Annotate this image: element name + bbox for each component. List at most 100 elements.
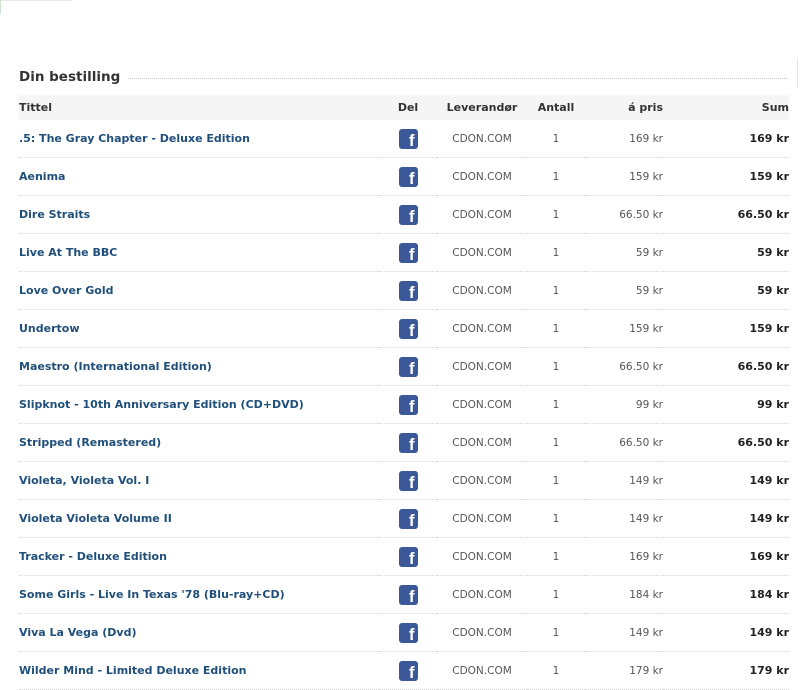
item-title-link[interactable]: Violeta, Violeta Vol. I (19, 474, 149, 487)
share-cell: f (379, 120, 437, 158)
unit-price-cell: 59 kr (585, 233, 663, 272)
supplier-cell: CDON.COM (437, 537, 527, 576)
sum-cell: 66.50 kr (663, 347, 789, 386)
item-title-cell: Dire Straits (19, 195, 379, 234)
supplier-cell: CDON.COM (437, 309, 527, 348)
table-row: Dire Straits f CDON.COM 1 66.50 kr 66.50 kr (19, 195, 789, 234)
supplier-cell: CDON.COM (437, 499, 527, 538)
unit-price-cell: 169 kr (585, 120, 663, 158)
quantity-cell: 1 (527, 271, 585, 310)
header-share: Del (379, 95, 437, 120)
table-row: Tracker - Deluxe Edition f CDON.COM 1 169 kr… (19, 537, 789, 576)
unit-price-cell: 159 kr (585, 157, 663, 196)
item-title-cell: Live At The BBC (19, 233, 379, 272)
item-title-link[interactable]: Maestro (International Edition) (19, 360, 212, 373)
supplier-cell: CDON.COM (437, 195, 527, 234)
item-title-cell: Slipknot - 10th Anniversary Edition (CD+… (19, 385, 379, 424)
quantity-cell: 1 (527, 385, 585, 424)
table-row: Maestro (International Edition) f CDON.COM… (19, 347, 789, 386)
facebook-icon[interactable]: f (398, 318, 418, 340)
supplier-cell: CDON.COM (437, 651, 527, 690)
facebook-icon[interactable]: f (398, 204, 418, 226)
quantity-cell: 1 (527, 120, 585, 158)
item-title-link[interactable]: Love Over Gold (19, 284, 114, 297)
item-title-link[interactable]: Dire Straits (19, 208, 90, 221)
sum-cell: 66.50 kr (663, 195, 789, 234)
quantity-cell: 1 (527, 309, 585, 348)
supplier-cell: CDON.COM (437, 347, 527, 386)
share-cell: f (379, 157, 437, 196)
sum-cell: 149 kr (663, 499, 789, 538)
table-row: Aenima f CDON.COM 1 159 kr 159 kr (19, 157, 789, 196)
table-row: Violeta Violeta Volume II f CDON.COM 1 149 k… (19, 499, 789, 538)
unit-price-cell: 66.50 kr (585, 423, 663, 462)
facebook-icon[interactable]: f (398, 622, 418, 644)
item-title-link[interactable]: Some Girls - Live In Texas '78 (Blu-ray+… (19, 588, 285, 601)
unit-price-cell: 184 kr (585, 575, 663, 614)
facebook-icon[interactable]: f (398, 128, 418, 150)
table-row: Violeta, Violeta Vol. If CDON.COM 1 149 kr 1… (19, 461, 789, 500)
facebook-icon[interactable]: f (398, 508, 418, 530)
supplier-cell: CDON.COM (437, 385, 527, 424)
facebook-icon[interactable]: f (398, 470, 418, 492)
table-row: Undertow f CDON.COM 1 159 kr 159 kr (19, 309, 789, 348)
facebook-icon[interactable]: f (398, 166, 418, 188)
supplier-cell: CDON.COM (437, 575, 527, 614)
item-title-link[interactable]: Wilder Mind - Limited Deluxe Edition (19, 664, 247, 677)
item-title-link[interactable]: Aenima (19, 170, 65, 183)
item-title-link[interactable]: Violeta Violeta Volume II (19, 512, 172, 525)
share-cell: f (379, 423, 437, 462)
header-unit-price: á pris (585, 95, 663, 120)
share-cell: f (379, 233, 437, 272)
table-row: Some Girls - Live In Texas '78 (Blu-ray+… (19, 575, 789, 614)
item-title-cell: Tracker - Deluxe Edition (19, 537, 379, 576)
share-cell: f (379, 309, 437, 348)
sum-cell: 149 kr (663, 613, 789, 652)
share-cell: f (379, 651, 437, 690)
item-title-cell: Viva La Vega (Dvd) (19, 613, 379, 652)
facebook-icon[interactable]: f (398, 432, 418, 454)
order-table-header: Tittel Del Leverandør Antall á pris Sum (19, 95, 789, 120)
share-cell: f (379, 613, 437, 652)
item-title-cell: Love Over Gold (19, 271, 379, 310)
sum-cell: 59 kr (663, 271, 789, 310)
unit-price-cell: 149 kr (585, 613, 663, 652)
header-row: Tittel Del Leverandør Antall á pris Sum (19, 95, 789, 120)
facebook-icon[interactable]: f (398, 280, 418, 302)
item-title-cell: Stripped (Remastered) (19, 423, 379, 462)
facebook-icon[interactable]: f (398, 394, 418, 416)
item-title-cell: Wilder Mind - Limited Deluxe Edition (19, 651, 379, 690)
facebook-icon[interactable]: f (398, 546, 418, 568)
facebook-icon[interactable]: f (398, 660, 418, 682)
table-row: Love Over Gold f CDON.COM 1 59 kr 59 kr (19, 271, 789, 310)
share-cell: f (379, 271, 437, 310)
unit-price-cell: 159 kr (585, 309, 663, 348)
sum-cell: 159 kr (663, 309, 789, 348)
unit-price-cell: 99 kr (585, 385, 663, 424)
facebook-icon[interactable]: f (398, 584, 418, 606)
order-table-body: .5: The Gray Chapter - Deluxe Edition f CD… (19, 120, 789, 690)
item-title-cell: Some Girls - Live In Texas '78 (Blu-ray+… (19, 575, 379, 614)
sum-cell: 159 kr (663, 157, 789, 196)
header-sum: Sum (663, 95, 789, 120)
item-title-link[interactable]: Tracker - Deluxe Edition (19, 550, 167, 563)
item-title-link[interactable]: Live At The BBC (19, 246, 117, 259)
quantity-cell: 1 (527, 575, 585, 614)
unit-price-cell: 179 kr (585, 651, 663, 690)
facebook-icon[interactable]: f (398, 356, 418, 378)
item-title-link[interactable]: Undertow (19, 322, 80, 335)
quantity-cell: 1 (527, 537, 585, 576)
item-title-link[interactable]: .5: The Gray Chapter - Deluxe Edition (19, 132, 250, 145)
item-title-cell: Undertow (19, 309, 379, 348)
table-row: Stripped (Remastered) f CDON.COM 1 66.50 kr 6… (19, 423, 789, 462)
item-title-link[interactable]: Viva La Vega (Dvd) (19, 626, 137, 639)
item-title-link[interactable]: Slipknot - 10th Anniversary Edition (CD+… (19, 398, 304, 411)
supplier-cell: CDON.COM (437, 233, 527, 272)
sum-cell: 184 kr (663, 575, 789, 614)
supplier-cell: CDON.COM (437, 613, 527, 652)
item-title-link[interactable]: Stripped (Remastered) (19, 436, 161, 449)
header-supplier: Leverandør (437, 95, 527, 120)
facebook-icon[interactable]: f (398, 242, 418, 264)
table-row: Viva La Vega (Dvd) f CDON.COM 1 149 kr 149 kr (19, 613, 789, 652)
item-title-cell: Violeta, Violeta Vol. I (19, 461, 379, 500)
